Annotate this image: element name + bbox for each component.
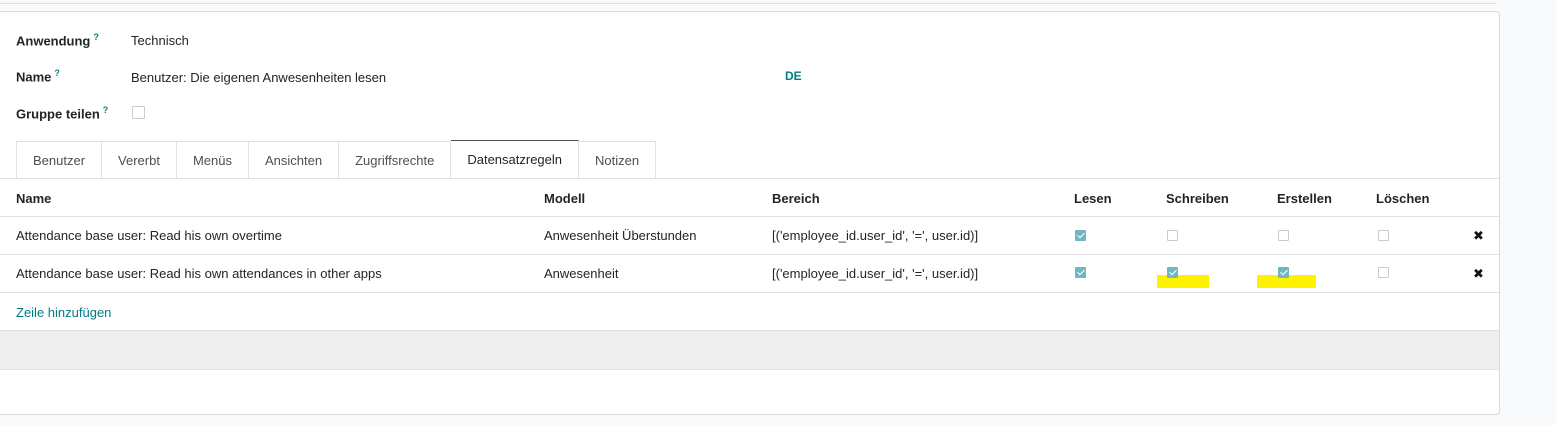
column-header-domain[interactable]: Bereich [772, 191, 820, 206]
tab-inherited[interactable]: Vererbt [102, 141, 177, 179]
row-model-cell[interactable]: Anwesenheit Überstunden [544, 228, 697, 243]
name-label-text: Name [16, 69, 52, 85]
row-name-cell[interactable]: Attendance base user: Read his own atten… [16, 266, 382, 281]
tabs-divider [0, 178, 1499, 179]
column-header-delete[interactable]: Löschen [1376, 191, 1429, 206]
share-group-checkbox[interactable] [132, 106, 145, 119]
application-value[interactable]: Technisch [131, 33, 189, 48]
read-checkbox[interactable] [1075, 267, 1086, 278]
application-label-text: Anwendung [16, 33, 91, 49]
list-footer [0, 330, 1499, 370]
tab-notes[interactable]: Notizen [579, 141, 657, 179]
top-divider [0, 3, 1497, 4]
add-line-link[interactable]: Zeile hinzufügen [16, 305, 111, 320]
share-group-help-icon[interactable]: ? [103, 105, 109, 115]
column-header-name[interactable]: Name [16, 191, 51, 206]
delete-checkbox[interactable] [1378, 230, 1389, 241]
notebook-tabs: Benutzer Vererbt Menüs Ansichten Zugriff… [16, 140, 657, 179]
remove-row-icon[interactable]: ✖ [1473, 228, 1484, 244]
application-label: Anwendung? [16, 32, 99, 48]
row-model-cell[interactable]: Anwesenheit [544, 266, 618, 281]
delete-checkbox[interactable] [1378, 267, 1389, 278]
table-row[interactable]: Attendance base user: Read his own overt… [0, 217, 1499, 255]
read-checkbox[interactable] [1075, 230, 1086, 241]
table-header: Name Modell Bereich Lesen Schreiben Erst… [0, 180, 1499, 217]
column-header-model[interactable]: Modell [544, 191, 585, 206]
row-domain-cell[interactable]: [('employee_id.user_id', '=', user.id)] [772, 266, 978, 281]
remove-row-icon[interactable]: ✖ [1473, 266, 1484, 282]
column-header-read[interactable]: Lesen [1074, 191, 1112, 206]
create-checkbox[interactable] [1278, 230, 1289, 241]
row-name-cell[interactable]: Attendance base user: Read his own overt… [16, 228, 282, 243]
write-checkbox[interactable] [1167, 230, 1178, 241]
tab-users[interactable]: Benutzer [16, 141, 103, 179]
name-help-icon[interactable]: ? [54, 68, 60, 78]
tab-access-rights[interactable]: Zugriffsrechte [339, 141, 452, 179]
tab-record-rules[interactable]: Datensatzregeln [451, 140, 580, 179]
name-value[interactable]: Benutzer: Die eigenen Anwesenheiten lese… [131, 70, 386, 85]
application-help-icon[interactable]: ? [93, 32, 99, 42]
language-button[interactable]: DE [785, 69, 802, 83]
highlight-marker [1157, 275, 1209, 288]
form-sheet: Anwendung? Technisch Name? Benutzer: Die… [0, 11, 1500, 415]
table-row[interactable]: Attendance base user: Read his own atten… [0, 255, 1499, 293]
row-domain-cell[interactable]: [('employee_id.user_id', '=', user.id)] [772, 228, 978, 243]
share-group-label: Gruppe teilen? [16, 105, 108, 121]
column-header-create[interactable]: Erstellen [1277, 191, 1332, 206]
tab-menus[interactable]: Menüs [176, 141, 249, 179]
name-label: Name? [16, 68, 60, 84]
create-checkbox[interactable] [1278, 267, 1289, 278]
share-group-label-text: Gruppe teilen [16, 106, 100, 122]
tab-views[interactable]: Ansichten [249, 141, 340, 179]
column-header-write[interactable]: Schreiben [1166, 191, 1229, 206]
write-checkbox[interactable] [1167, 267, 1178, 278]
